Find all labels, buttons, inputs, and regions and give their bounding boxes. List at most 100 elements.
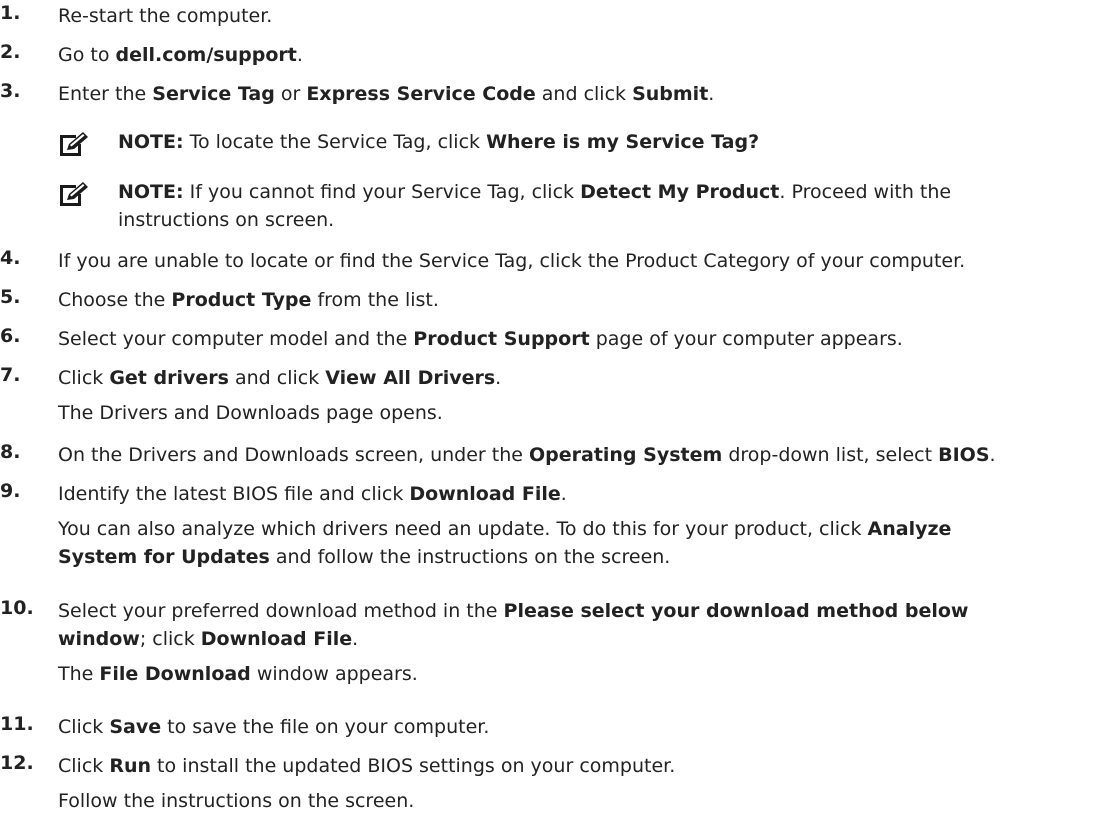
- step-item: 6. Select your computer model and the Pro…: [0, 325, 1117, 353]
- text-run: from the list.: [311, 289, 439, 311]
- text-run: .: [296, 44, 303, 66]
- step-item: 7. Click Get drivers and click View All D…: [0, 364, 1117, 427]
- text-run: You can also analyze which drivers need …: [58, 518, 868, 540]
- text-run: Click: [58, 367, 110, 389]
- step-text: On the Drivers and Downloads screen, und…: [58, 441, 1117, 469]
- text-run: or: [274, 83, 307, 105]
- step-text: Select your preferred download method in…: [58, 597, 1117, 653]
- emphasized-text: Download File: [200, 628, 353, 650]
- step-detail: You can also analyze which drivers need …: [58, 515, 1117, 571]
- step-text: Click Get drivers and click View All Dri…: [58, 364, 1117, 392]
- step-number: 6.: [0, 325, 21, 347]
- step-number: 1.: [0, 2, 21, 24]
- text-run: Re-start the computer.: [58, 5, 273, 27]
- text-run: .: [708, 83, 715, 105]
- emphasized-text: Operating System: [528, 444, 723, 466]
- emphasized-text: Express Service Code: [306, 83, 536, 105]
- text-run: .: [495, 367, 502, 389]
- step-item: 2. Go to dell.com/support.: [0, 41, 1117, 69]
- step-detail: The File Download window appears.: [58, 660, 1117, 688]
- text-run: On the Drivers and Downloads screen, und…: [58, 444, 529, 466]
- text-run: The: [58, 663, 100, 685]
- note-label: NOTE:: [118, 131, 184, 153]
- text-run: and follow the instructions on the scree…: [269, 546, 671, 568]
- text-run: . Proceed with the: [779, 181, 952, 203]
- step-item: 11. Click Save to save the file on your c…: [0, 713, 1117, 741]
- text-run: and click: [535, 83, 633, 105]
- text-run: .: [560, 483, 567, 505]
- emphasized-text: Please select your download method below: [503, 600, 969, 622]
- emphasized-text: File Download: [99, 663, 251, 685]
- emphasized-text: Where is my Service Tag?: [486, 131, 760, 153]
- step-text: Choose the Product Type from the list.: [58, 286, 1117, 314]
- text-run: Go to: [58, 44, 116, 66]
- text-run: to save the file on your computer.: [161, 716, 490, 738]
- pencil-note-icon: [60, 132, 88, 156]
- text-run: drop-down list, select: [722, 444, 939, 466]
- text-run: Identify the latest BIOS file and click: [58, 483, 410, 505]
- step-number: 3.: [0, 80, 21, 102]
- pencil-note-icon: [60, 182, 88, 206]
- text-run: Choose the: [58, 289, 172, 311]
- text-run: Follow the instructions on the screen.: [58, 790, 415, 812]
- text-run: and click: [228, 367, 326, 389]
- emphasized-text: Detect My Product: [580, 181, 780, 203]
- step-item: 1. Re-start the computer.: [0, 2, 1117, 30]
- step-item: 5. Choose the Product Type from the list.: [0, 286, 1117, 314]
- emphasized-text: Save: [109, 716, 162, 738]
- step-detail: Follow the instructions on the screen.: [58, 787, 1117, 815]
- step-number: 10.: [0, 597, 34, 619]
- step-detail: The Drivers and Downloads page opens.: [58, 399, 1117, 427]
- note-box: NOTE: To locate the Service Tag, click W…: [58, 128, 1117, 156]
- text-run: Click: [58, 755, 110, 777]
- step-item: 9. Identify the latest BIOS file and clic…: [0, 480, 1117, 571]
- text-run: Select your computer model and the: [58, 328, 414, 350]
- step-number: 12.: [0, 752, 34, 774]
- step-number: 4.: [0, 247, 21, 269]
- emphasized-text: window: [58, 628, 140, 650]
- emphasized-text: Download File: [409, 483, 561, 505]
- step-number: 5.: [0, 286, 21, 308]
- note-box: NOTE: If you cannot find your Service Ta…: [58, 178, 1117, 234]
- text-run: ; click: [139, 628, 201, 650]
- text-run: If you are unable to locate or find the …: [58, 250, 966, 272]
- text-run: To locate the Service Tag, click: [183, 131, 487, 153]
- emphasized-text: Get drivers: [109, 367, 229, 389]
- step-text: Identify the latest BIOS file and click …: [58, 480, 1117, 508]
- emphasized-text: Run: [109, 755, 152, 777]
- emphasized-text: Analyze: [867, 518, 952, 540]
- text-run: The Drivers and Downloads page opens.: [58, 402, 443, 424]
- text-run: .: [352, 628, 359, 650]
- text-run: Click: [58, 716, 110, 738]
- text-run: window appears.: [250, 663, 418, 685]
- text-run: .: [989, 444, 996, 466]
- emphasized-text: System for Updates: [58, 546, 270, 568]
- step-item: 4. If you are unable to locate or find th…: [0, 247, 1117, 275]
- step-text: Click Run to install the updated BIOS se…: [58, 752, 1117, 780]
- step-text: Click Save to save the file on your comp…: [58, 713, 1117, 741]
- step-item: 8. On the Drivers and Downloads screen, u…: [0, 441, 1117, 469]
- emphasized-text: dell.com/support: [115, 44, 297, 66]
- step-text: Go to dell.com/support.: [58, 41, 1117, 69]
- note-text: NOTE: If you cannot find your Service Ta…: [118, 178, 1117, 234]
- step-text: Enter the Service Tag or Express Service…: [58, 80, 1117, 108]
- text-run: Enter the: [58, 83, 153, 105]
- step-number: 11.: [0, 713, 34, 735]
- emphasized-text: BIOS: [938, 444, 990, 466]
- step-number: 7.: [0, 364, 21, 386]
- step-item: 3. Enter the Service Tag or Express Servi…: [0, 80, 1117, 108]
- step-number: 9.: [0, 480, 21, 502]
- text-run: Select your preferred download method in…: [58, 600, 504, 622]
- emphasized-text: Service Tag: [152, 83, 275, 105]
- step-number: 8.: [0, 441, 21, 463]
- note-label: NOTE:: [118, 181, 184, 203]
- step-text: Re-start the computer.: [58, 2, 1117, 30]
- step-number: 2.: [0, 41, 21, 63]
- step-text: If you are unable to locate or find the …: [58, 247, 1117, 275]
- emphasized-text: Product Type: [171, 289, 312, 311]
- text-run: instructions on screen.: [118, 209, 335, 231]
- emphasized-text: Submit: [632, 83, 709, 105]
- text-run: to install the updated BIOS settings on …: [151, 755, 676, 777]
- step-text: Select your computer model and the Produ…: [58, 325, 1117, 353]
- emphasized-text: View All Drivers: [325, 367, 496, 389]
